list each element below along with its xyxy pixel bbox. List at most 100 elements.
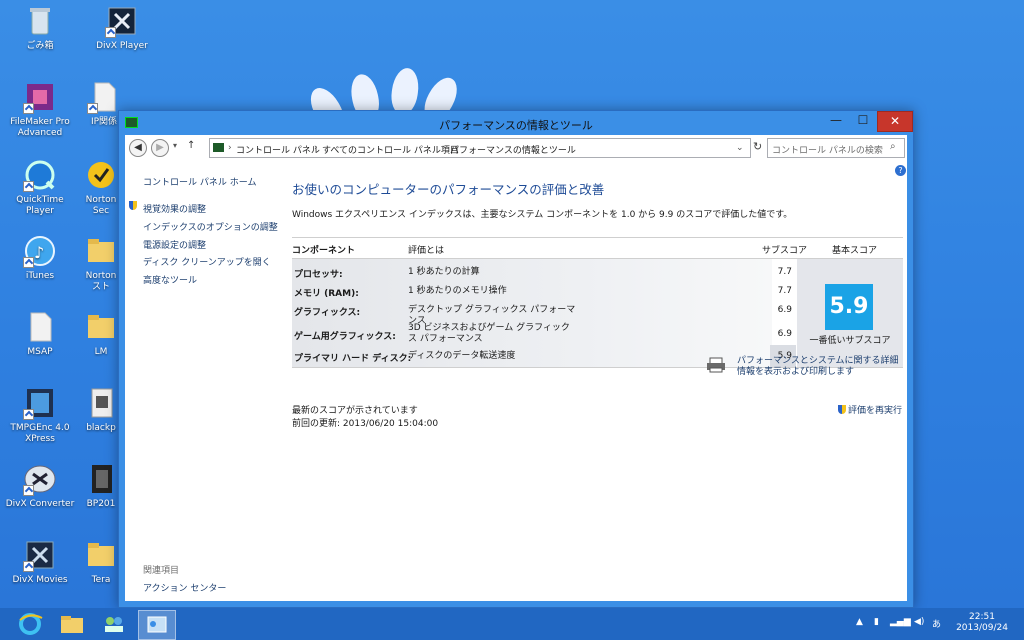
shortcut-arrow-icon: [23, 561, 34, 572]
desktop-icon-recycle-bin[interactable]: ごみ箱: [2, 4, 78, 52]
page-description: Windows エクスペリエンス インデックスは、主要なシステム コンポーネント…: [292, 210, 793, 220]
divx-movies-icon: [23, 538, 57, 572]
rerun-assessment-link[interactable]: 評価を再実行: [838, 403, 902, 416]
breadcrumb-separator-icon: ›: [314, 143, 318, 153]
folder-icon: [61, 616, 83, 633]
volume-icon[interactable]: ◀): [914, 617, 924, 627]
column-header-subscore: サブスコア: [762, 246, 808, 256]
component-rating: 3D ビジネスおよびゲーム グラフィックス パフォーマンス: [408, 323, 570, 344]
show-hidden-icons-chevron-icon[interactable]: ▲: [856, 617, 863, 627]
desktop-icon-filemaker[interactable]: FileMaker Pro Advanced: [2, 80, 78, 139]
component-rating: 1 秒あたりのメモリ操作: [408, 286, 507, 296]
itunes-icon: ♪: [23, 234, 57, 268]
taskbar: ▲ ▮ ▂▄▆ ◀) あ 22:51 2013/09/24: [0, 608, 1024, 640]
score-table: コンポーネント 評価とは サブスコア 基本スコア プロセッサ: 1 秒あたりの計…: [292, 237, 903, 368]
taskbar-file-explorer[interactable]: [54, 610, 90, 638]
shortcut-arrow-icon: [23, 409, 34, 420]
breadcrumb-performance[interactable]: パフォーマンスの情報とツール: [450, 143, 576, 156]
column-header-base-score: 基本スコア: [832, 246, 878, 256]
sidebar: コントロール パネル ホーム 視覚効果の調整 インデックスのオプションの調整 電…: [125, 161, 285, 601]
desktop-icon-norton-sec[interactable]: Norton Sec: [84, 158, 118, 217]
sidebar-control-panel-home[interactable]: コントロール パネル ホーム: [143, 175, 256, 188]
folder-icon: [84, 538, 118, 572]
forward-button[interactable]: ▶: [151, 139, 169, 157]
shortcut-arrow-icon: [23, 181, 34, 192]
sidebar-link-disk-cleanup[interactable]: ディスク クリーンアップを開く: [143, 255, 271, 268]
performance-window: パフォーマンスの情報とツール — ☐ ✕ ◀ ▶ ▾ ↑ › コントロール パネ…: [118, 110, 914, 608]
video-icon: [84, 386, 118, 420]
component-name: メモリ (RAM):: [294, 289, 359, 299]
component-name: グラフィックス:: [294, 308, 361, 318]
component-subscore: 6.9: [777, 305, 792, 315]
minimize-button[interactable]: —: [823, 111, 849, 130]
title-bar[interactable]: パフォーマンスの情報とツール — ☐ ✕: [119, 111, 913, 135]
status-text: 最新のスコアが示されています: [292, 406, 418, 416]
taskbar-control-panel[interactable]: [138, 610, 176, 640]
search-icon: ⌕: [890, 141, 896, 152]
desktop-icon-divx-converter[interactable]: DivX Converter: [2, 462, 78, 510]
desktop-icon-bp201[interactable]: BP201: [84, 462, 118, 510]
recent-pages-chevron-icon[interactable]: ▾: [173, 141, 177, 150]
page-title: お使いのコンピューターのパフォーマンスの評価と改善: [292, 182, 605, 197]
breadcrumb-separator-icon: ›: [228, 143, 232, 153]
desktop-icon-norton-store[interactable]: Norton スト: [84, 234, 118, 293]
document-icon: [87, 80, 121, 114]
clock-date: 2013/09/24: [956, 623, 1008, 633]
search-placeholder: コントロール パネルの検索: [772, 146, 883, 156]
component-subscore: 6.9: [777, 329, 792, 339]
desktop-icon-lm[interactable]: LM: [84, 310, 118, 358]
back-button[interactable]: ◀: [129, 139, 147, 157]
sidebar-link-advanced-tools[interactable]: 高度なツール: [143, 273, 197, 286]
clock[interactable]: 22:51 2013/09/24: [950, 612, 1014, 634]
desktop-icon-tmpgenc[interactable]: TMPGEnc 4.0 XPress: [2, 386, 78, 445]
refresh-button[interactable]: ↻: [753, 140, 762, 153]
desktop-icon-blackp[interactable]: blackp: [84, 386, 118, 434]
divx-converter-icon: [23, 462, 57, 496]
print-details-link[interactable]: パフォーマンスとシステムに関する詳細情報を表示および印刷します: [737, 356, 905, 378]
column-header-rated: 評価とは: [408, 246, 445, 256]
network-icon[interactable]: ▂▄▆: [890, 617, 911, 627]
breadcrumb-control-panel[interactable]: コントロール パネル: [236, 143, 320, 156]
control-panel-icon: [213, 143, 224, 152]
component-rating: 1 秒あたりの計算: [408, 267, 480, 277]
desktop-icon-tera[interactable]: Tera: [84, 538, 118, 586]
desktop-icon-itunes[interactable]: ♪ iTunes: [2, 234, 78, 282]
taskbar-people-app[interactable]: [96, 610, 132, 638]
component-subscore: 7.7: [777, 267, 792, 277]
people-icon: [105, 617, 123, 632]
clock-time: 22:51: [969, 612, 995, 622]
up-button[interactable]: ↑: [187, 140, 195, 151]
address-bar[interactable]: › コントロール パネル › すべてのコントロール パネル項目 › パフォーマン…: [209, 138, 751, 158]
maximize-button[interactable]: ☐: [850, 111, 876, 130]
sidebar-link-indexing-options[interactable]: インデックスのオプションの調整: [143, 220, 278, 233]
sidebar-link-power-settings[interactable]: 電源設定の調整: [143, 238, 206, 251]
desktop-icon-msap[interactable]: MSAP: [2, 310, 78, 358]
ime-indicator[interactable]: あ: [932, 617, 941, 630]
sidebar-link-visual-effects[interactable]: 視覚効果の調整: [143, 202, 206, 215]
control-panel-icon: [147, 616, 167, 633]
device-icon[interactable]: ▮: [874, 617, 879, 627]
rerun-label: 評価を再実行: [848, 406, 903, 416]
component-subscore: 7.7: [777, 286, 792, 296]
close-button[interactable]: ✕: [877, 111, 913, 132]
film-icon: [84, 462, 118, 496]
address-dropdown-icon[interactable]: ⌄: [736, 143, 744, 153]
column-header-component: コンポーネント: [292, 246, 356, 256]
component-name: プロセッサ:: [294, 270, 343, 280]
shortcut-arrow-icon: [105, 27, 116, 38]
component-name: プライマリ ハード ディスク:: [294, 354, 412, 364]
taskbar-internet-explorer[interactable]: [12, 610, 48, 638]
svg-text:♪: ♪: [34, 243, 44, 262]
search-input[interactable]: コントロール パネルの検索 ⌕: [767, 138, 905, 158]
divider: [292, 237, 903, 238]
sidebar-link-action-center[interactable]: アクション センター: [143, 581, 226, 594]
breadcrumb-all-items[interactable]: すべてのコントロール パネル項目: [322, 143, 459, 156]
shortcut-arrow-icon: [23, 103, 34, 114]
printer-icon: [706, 357, 725, 373]
desktop-icon-divx-movies[interactable]: DivX Movies: [2, 538, 78, 586]
desktop-icon-quicktime[interactable]: QuickTime Player: [2, 158, 78, 217]
desktop-icon-divx-player[interactable]: DivX Player: [84, 4, 160, 52]
shortcut-arrow-icon: [23, 485, 34, 496]
shortcut-arrow-icon: [87, 103, 98, 114]
folder-icon: [84, 234, 118, 268]
